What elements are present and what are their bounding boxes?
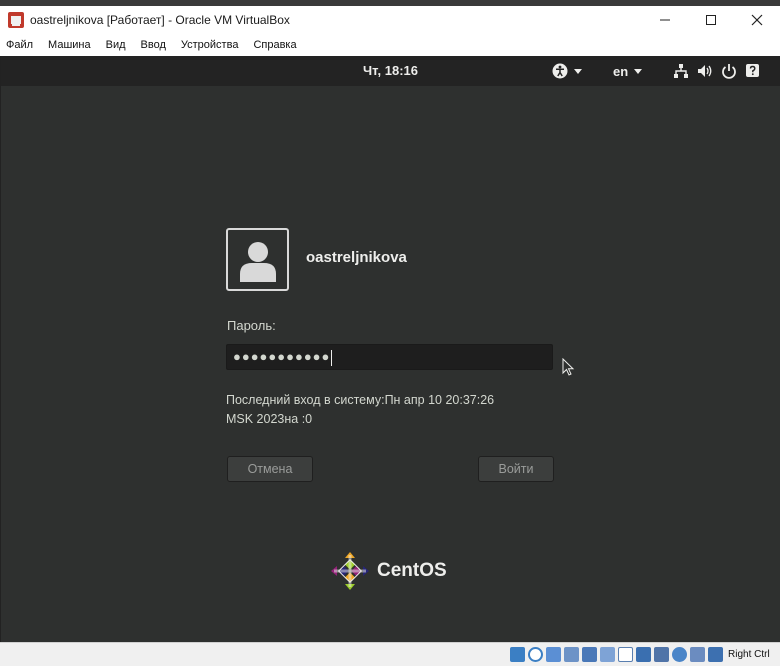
mouse-integration-icon[interactable] [690, 647, 705, 662]
cancel-button[interactable]: Отмена [227, 456, 313, 482]
centos-logo-text: CentOS [377, 560, 447, 581]
language-label: en [613, 63, 629, 79]
menu-input[interactable]: Ввод [141, 39, 166, 51]
capture-icon[interactable] [672, 647, 687, 662]
chevron-down-icon [574, 68, 582, 74]
password-field[interactable]: ●●●●●●●●●●● [226, 344, 553, 370]
language-menu[interactable]: en [613, 56, 643, 86]
password-label: Пароль: [227, 318, 276, 333]
menu-machine[interactable]: Машина [48, 39, 91, 51]
close-button[interactable] [734, 6, 780, 34]
menu-bar: Файл Машина Вид Ввод Устройства Справка [0, 34, 780, 56]
network-icon [673, 63, 689, 79]
accessibility-menu[interactable] [552, 56, 582, 86]
vbox-status-bar: Right Ctrl [0, 642, 780, 666]
last-login-line-2: MSK 2023на :0 [226, 412, 313, 426]
clock[interactable]: Чт, 18:16 [363, 63, 418, 78]
window-titlebar[interactable]: oastreljnikova [Работает] - Oracle VM Vi… [0, 6, 780, 34]
minimize-icon [660, 19, 670, 21]
window-title: oastreljnikova [Работает] - Oracle VM Vi… [30, 13, 290, 27]
shared-folder-icon[interactable] [600, 647, 615, 662]
maximize-button[interactable] [688, 6, 734, 34]
host-key-label: Right Ctrl [728, 649, 770, 660]
audio-icon[interactable] [546, 647, 561, 662]
power-icon [721, 63, 737, 79]
centos-logo: CentOS [329, 550, 447, 592]
menu-view[interactable]: Вид [106, 39, 126, 51]
user-avatar [226, 228, 289, 291]
login-button[interactable]: Войти [478, 456, 554, 482]
display-icon[interactable] [618, 647, 633, 662]
keyboard-icon[interactable] [708, 647, 723, 662]
gnome-top-panel: Чт, 18:16 en [1, 56, 780, 86]
virtualbox-app-icon [8, 12, 24, 28]
centos-logo-icon [331, 552, 369, 590]
recording-icon[interactable] [636, 647, 651, 662]
chevron-down-icon [634, 68, 643, 74]
vm-icon[interactable] [654, 647, 669, 662]
accessibility-icon [552, 63, 568, 79]
minimize-button[interactable] [642, 6, 688, 34]
last-login-message: Последний вход в систему:Пн апр 10 20:37… [226, 391, 556, 429]
menu-file[interactable]: Файл [6, 39, 33, 51]
volume-icon [697, 63, 713, 79]
storage-icon[interactable] [510, 647, 525, 662]
menu-devices[interactable]: Устройства [181, 39, 239, 51]
password-value: ●●●●●●●●●●● [233, 349, 331, 364]
vm-screen[interactable]: Чт, 18:16 en oastreljnikova Пароль: ●●●●… [0, 56, 780, 642]
usb-icon[interactable] [582, 647, 597, 662]
optical-drive-icon[interactable] [528, 647, 543, 662]
maximize-icon [706, 15, 716, 25]
status-tray: Right Ctrl [510, 647, 770, 662]
username-label: oastreljnikova [306, 249, 407, 266]
network-icon[interactable] [564, 647, 579, 662]
last-login-line-1: Последний вход в систему:Пн апр 10 20:37… [226, 393, 495, 407]
system-menu[interactable] [673, 56, 769, 86]
mouse-pointer-icon [562, 358, 575, 376]
menu-help[interactable]: Справка [253, 39, 296, 51]
text-cursor [331, 349, 333, 366]
close-icon [751, 14, 763, 26]
help-icon [745, 63, 761, 79]
user-icon [239, 241, 276, 282]
